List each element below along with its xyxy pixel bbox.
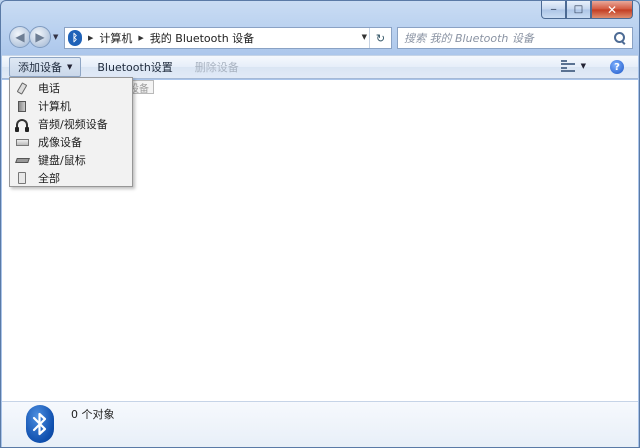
keyboard-icon: [14, 157, 30, 163]
scanner-icon: [15, 138, 29, 146]
address-dropdown-icon[interactable]: ▼: [362, 33, 367, 41]
add-device-button[interactable]: 添加设备 ▼: [9, 57, 82, 77]
menu-item-keyboard-mouse[interactable]: 键盘/鼠标: [10, 151, 132, 169]
item-count: 0 个对象: [71, 408, 115, 421]
refresh-button[interactable]: ↻: [369, 28, 391, 48]
breadcrumb-computer[interactable]: 计算机: [99, 30, 132, 46]
bluetooth-rune-icon: [32, 412, 47, 436]
address-bar[interactable]: ᛒ ▶ 计算机 ▶ 我的 Bluetooth 设备 ▼ ↻: [64, 27, 392, 49]
add-device-menu: 电话 计算机 音频/视频设备 成像设备 键盘/鼠标 全部: [9, 77, 133, 187]
explorer-window: ‒ □ ✕ ◀ ▶ ▼ ᛒ ▶ 计算机 ▶ 我的 Bluetooth 设备 ▼ …: [0, 0, 640, 448]
back-button[interactable]: ◀: [9, 26, 31, 48]
bluetooth-icon: ᛒ: [68, 30, 82, 46]
chevron-down-icon: ▼: [580, 62, 586, 70]
command-bar: 添加设备 ▼ Bluetooth设置 删除设备 ▼ ?: [2, 55, 638, 79]
change-view-button[interactable]: ▼: [560, 60, 586, 72]
computer-icon: [18, 100, 26, 112]
details-pane: 0 个对象: [2, 401, 638, 447]
phone-icon: [16, 81, 28, 95]
menu-item-phone[interactable]: 电话: [10, 79, 132, 97]
menu-item-computer[interactable]: 计算机: [10, 97, 132, 115]
close-button[interactable]: ✕: [591, 1, 633, 19]
back-arrow-icon: ◀: [15, 30, 25, 44]
forward-arrow-icon: ▶: [35, 30, 45, 44]
forward-button[interactable]: ▶: [29, 26, 51, 48]
breadcrumb-arrow-icon[interactable]: ▶: [138, 34, 143, 42]
maximize-button[interactable]: □: [566, 1, 591, 19]
menu-item-all[interactable]: 全部: [10, 169, 132, 187]
bluetooth-logo-icon: [26, 405, 54, 443]
search-box[interactable]: 搜索 我的 Bluetooth 设备: [397, 27, 633, 49]
all-devices-icon: [18, 172, 26, 184]
nav-buttons: ◀ ▶ ▼: [9, 26, 58, 48]
caption-buttons: ‒ □ ✕: [541, 1, 633, 19]
recent-pages-dropdown[interactable]: ▼: [53, 33, 58, 41]
remove-device-button: 删除设备: [194, 61, 239, 74]
menu-item-imaging[interactable]: 成像设备: [10, 133, 132, 151]
bluetooth-settings-button[interactable]: Bluetooth设置: [89, 57, 180, 77]
breadcrumb-bluetooth-devices[interactable]: 我的 Bluetooth 设备: [150, 30, 254, 46]
chevron-down-icon: ▼: [67, 63, 73, 71]
minimize-button[interactable]: ‒: [541, 1, 566, 19]
view-options-icon: [560, 60, 575, 72]
headset-icon: [15, 119, 29, 132]
search-icon[interactable]: [614, 32, 626, 44]
menu-item-audio-video[interactable]: 音频/视频设备: [10, 115, 132, 133]
refresh-icon: ↻: [375, 31, 386, 45]
search-placeholder: 搜索 我的 Bluetooth 设备: [404, 32, 534, 45]
breadcrumb-arrow-icon[interactable]: ▶: [88, 34, 93, 42]
help-icon[interactable]: ?: [610, 60, 624, 74]
